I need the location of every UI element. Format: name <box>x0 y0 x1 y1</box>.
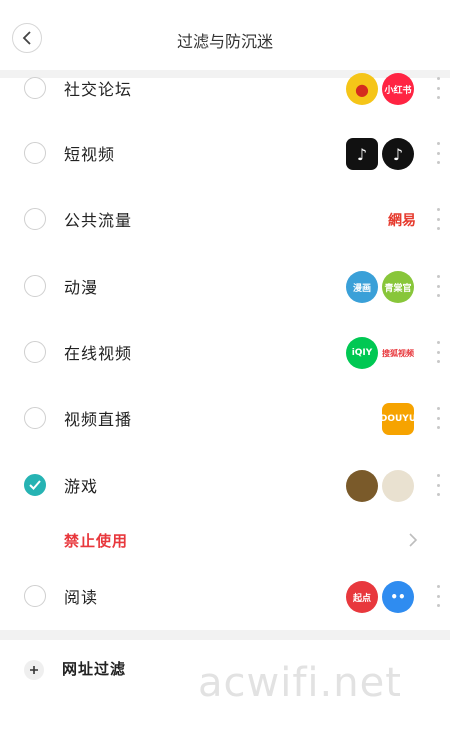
category-row[interactable]: 游戏 <box>0 452 450 518</box>
radio-unchecked[interactable] <box>24 275 46 297</box>
douyin-small-icon: ♪ <box>346 138 378 170</box>
douyu-icon: DOUYU <box>382 403 414 435</box>
banned-label: 禁止使用 <box>64 532 129 550</box>
category-label: 短视频 <box>64 145 116 164</box>
radio-unchecked[interactable] <box>24 407 46 429</box>
iqiyi-icon: iQIY <box>346 337 378 369</box>
checkmark-icon <box>29 480 41 490</box>
plus-icon <box>24 660 44 680</box>
url-filter-label: 网址过滤 <box>62 660 127 678</box>
more-options-icon[interactable] <box>430 275 446 297</box>
radio-unchecked[interactable] <box>24 341 46 363</box>
game-b-icon <box>382 470 414 502</box>
category-row[interactable]: 社交论坛 ● 小红书 <box>0 55 450 121</box>
qingshiguang-icon: 青棠官 <box>382 271 414 303</box>
more-options-icon[interactable] <box>430 341 446 363</box>
qidian-icon: 起点 <box>346 581 378 613</box>
more-options-icon[interactable] <box>430 585 446 607</box>
app-icons: DOUYU <box>382 402 414 436</box>
page-title: 过滤与防沉迷 <box>176 32 273 51</box>
chevron-right-icon <box>409 533 418 547</box>
douyin-icon: ♪ <box>382 138 414 170</box>
category-row[interactable]: 动漫 漫画 青棠官 <box>0 253 450 319</box>
app-icons: iQIY 搜狐视频 <box>346 336 414 370</box>
more-options-icon[interactable] <box>430 407 446 429</box>
radio-unchecked[interactable] <box>24 142 46 164</box>
category-label: 在线视频 <box>64 344 133 363</box>
weibo-icon: ● <box>346 73 378 105</box>
more-options-icon[interactable] <box>430 142 446 164</box>
radio-checked[interactable] <box>24 474 46 496</box>
game-a-icon <box>346 470 378 502</box>
sohu-video-icon: 搜狐视频 <box>382 348 414 358</box>
radio-unchecked[interactable] <box>24 208 46 230</box>
chat-bubble-icon: •• <box>382 581 414 613</box>
category-label: 社交论坛 <box>64 80 133 99</box>
app-icons: 漫画 青棠官 <box>346 270 414 304</box>
category-label: 游戏 <box>64 477 99 496</box>
category-row[interactable]: 公共流量 網易 <box>0 186 450 252</box>
category-row[interactable]: 阅读 起点 •• <box>0 563 450 629</box>
watermark: acwifi.net <box>198 660 402 706</box>
category-label: 视频直播 <box>64 410 133 429</box>
netease-logo: 網易 <box>388 213 416 229</box>
category-row[interactable]: 视频直播 DOUYU <box>0 385 450 451</box>
app-icons: ● 小红书 <box>346 72 414 106</box>
radio-unchecked[interactable] <box>24 77 46 99</box>
category-row[interactable]: 在线视频 iQIY 搜狐视频 <box>0 319 450 385</box>
app-icons: ♪ ♪ <box>346 137 414 171</box>
category-row[interactable]: 短视频 ♪ ♪ <box>0 120 450 186</box>
radio-unchecked[interactable] <box>24 585 46 607</box>
section-divider <box>0 630 450 640</box>
app-icons: 起点 •• <box>346 580 414 614</box>
category-label: 动漫 <box>64 278 99 297</box>
category-label: 公共流量 <box>64 211 133 230</box>
app-icons: 網易 <box>382 203 422 237</box>
manhua-icon: 漫画 <box>346 271 378 303</box>
banned-setting[interactable]: 禁止使用 <box>0 520 450 564</box>
xiaohongshu-icon: 小红书 <box>382 73 414 105</box>
more-options-icon[interactable] <box>430 208 446 230</box>
category-label: 阅读 <box>64 588 99 607</box>
more-options-icon[interactable] <box>430 77 446 99</box>
more-options-icon[interactable] <box>430 474 446 496</box>
app-icons <box>346 469 414 503</box>
